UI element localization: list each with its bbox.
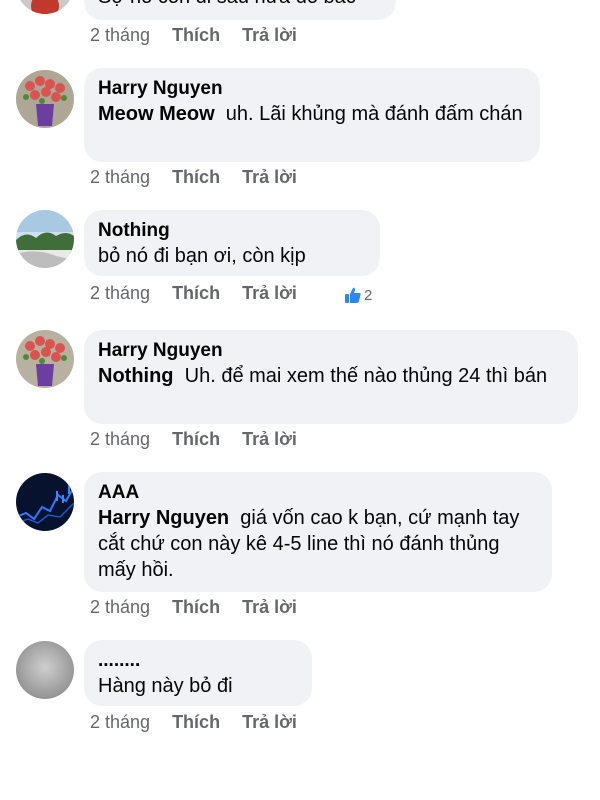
comment-actions: 2 tháng Thích Trả lời — [90, 429, 297, 450]
like-button[interactable]: Thích — [172, 712, 220, 733]
comment-text: bỏ nó đi bạn ơi, còn kịp — [98, 245, 306, 267]
reply-button[interactable]: Trả lời — [242, 25, 297, 46]
comment-time: 2 tháng — [90, 597, 151, 617]
comment-time: 2 tháng — [90, 167, 151, 187]
comment-text: Hàng này bỏ đi — [98, 675, 233, 697]
like-button[interactable]: Thích — [172, 429, 220, 450]
comment-body: uh. Lãi khủng mà đánh đấm chán — [225, 103, 523, 125]
stock-chart-avatar[interactable] — [16, 473, 74, 531]
comment-actions: 2 tháng Thích Trả lời — [90, 25, 297, 46]
reply-button[interactable]: Trả lời — [242, 712, 297, 733]
reply-button[interactable]: Trả lời — [242, 429, 297, 450]
comment-bubble: Sợ nó còn đi sâu nữa đó bác — [84, 0, 396, 20]
comment-author[interactable]: Harry Nguyen — [98, 338, 564, 363]
comment-time: 2 tháng — [90, 25, 151, 45]
comment-author[interactable]: AAA — [98, 480, 538, 505]
reaction-count-value: 2 — [364, 286, 373, 304]
comment-bubble: AAA Harry Nguyen giá vốn cao k bạn, cứ m… — [84, 472, 552, 592]
mention-link[interactable]: Nothing — [98, 365, 174, 387]
like-button[interactable]: Thích — [172, 283, 220, 304]
comment-actions: 2 tháng Thích Trả lời — [90, 712, 297, 733]
reaction-count[interactable]: 2 — [344, 286, 372, 304]
landscape-avatar[interactable] — [16, 210, 74, 268]
comment-bubble: Harry Nguyen Nothing Uh. để mai xem thế … — [84, 330, 578, 424]
comment-body: Uh. để mai xem thế nào thủng 24 thì bán — [184, 365, 548, 387]
comment-time: 2 tháng — [90, 283, 151, 303]
comment-actions: 2 tháng Thích Trả lời — [90, 597, 297, 618]
like-button[interactable]: Thích — [172, 25, 220, 46]
comment-actions: 2 tháng Thích Trả lời — [90, 167, 297, 188]
comment-author[interactable]: ........ — [98, 648, 298, 673]
comment-author[interactable]: Nothing — [98, 218, 366, 243]
comment-time: 2 tháng — [90, 429, 151, 449]
comment-text: Harry Nguyen giá vốn cao k bạn, cứ mạnh … — [98, 505, 538, 583]
comment-bubble: ........ Hàng này bỏ đi — [84, 640, 312, 706]
comment-bubble: Harry Nguyen Meow Meow uh. Lãi khủng mà … — [84, 68, 540, 162]
reply-button[interactable]: Trả lời — [242, 283, 297, 304]
comment-bubble: Nothing bỏ nó đi bạn ơi, còn kịp — [84, 210, 380, 276]
reply-button[interactable]: Trả lời — [242, 597, 297, 618]
like-button[interactable]: Thích — [172, 167, 220, 188]
comment-text: Sợ nó còn đi sâu nữa đó bác — [98, 0, 382, 10]
mention-link[interactable]: Meow Meow — [98, 103, 215, 125]
like-button[interactable]: Thích — [172, 597, 220, 618]
comment-text: Meow Meow uh. Lãi khủng mà đánh đấm chán — [98, 101, 526, 127]
flowers-vase-avatar[interactable] — [16, 70, 74, 128]
gray-blur-avatar[interactable] — [16, 641, 74, 699]
comment-time: 2 tháng — [90, 712, 151, 732]
flowers-vase-avatar[interactable] — [16, 330, 74, 388]
mention-link[interactable]: Harry Nguyen — [98, 507, 229, 529]
comment-actions: 2 tháng Thích Trả lời — [90, 283, 297, 304]
reply-button[interactable]: Trả lời — [242, 167, 297, 188]
avatar[interactable] — [16, 0, 74, 14]
comment-author[interactable]: Harry Nguyen — [98, 76, 526, 101]
thumbs-up-icon — [345, 287, 361, 303]
comment-text: Nothing Uh. để mai xem thế nào thủng 24 … — [98, 363, 564, 389]
